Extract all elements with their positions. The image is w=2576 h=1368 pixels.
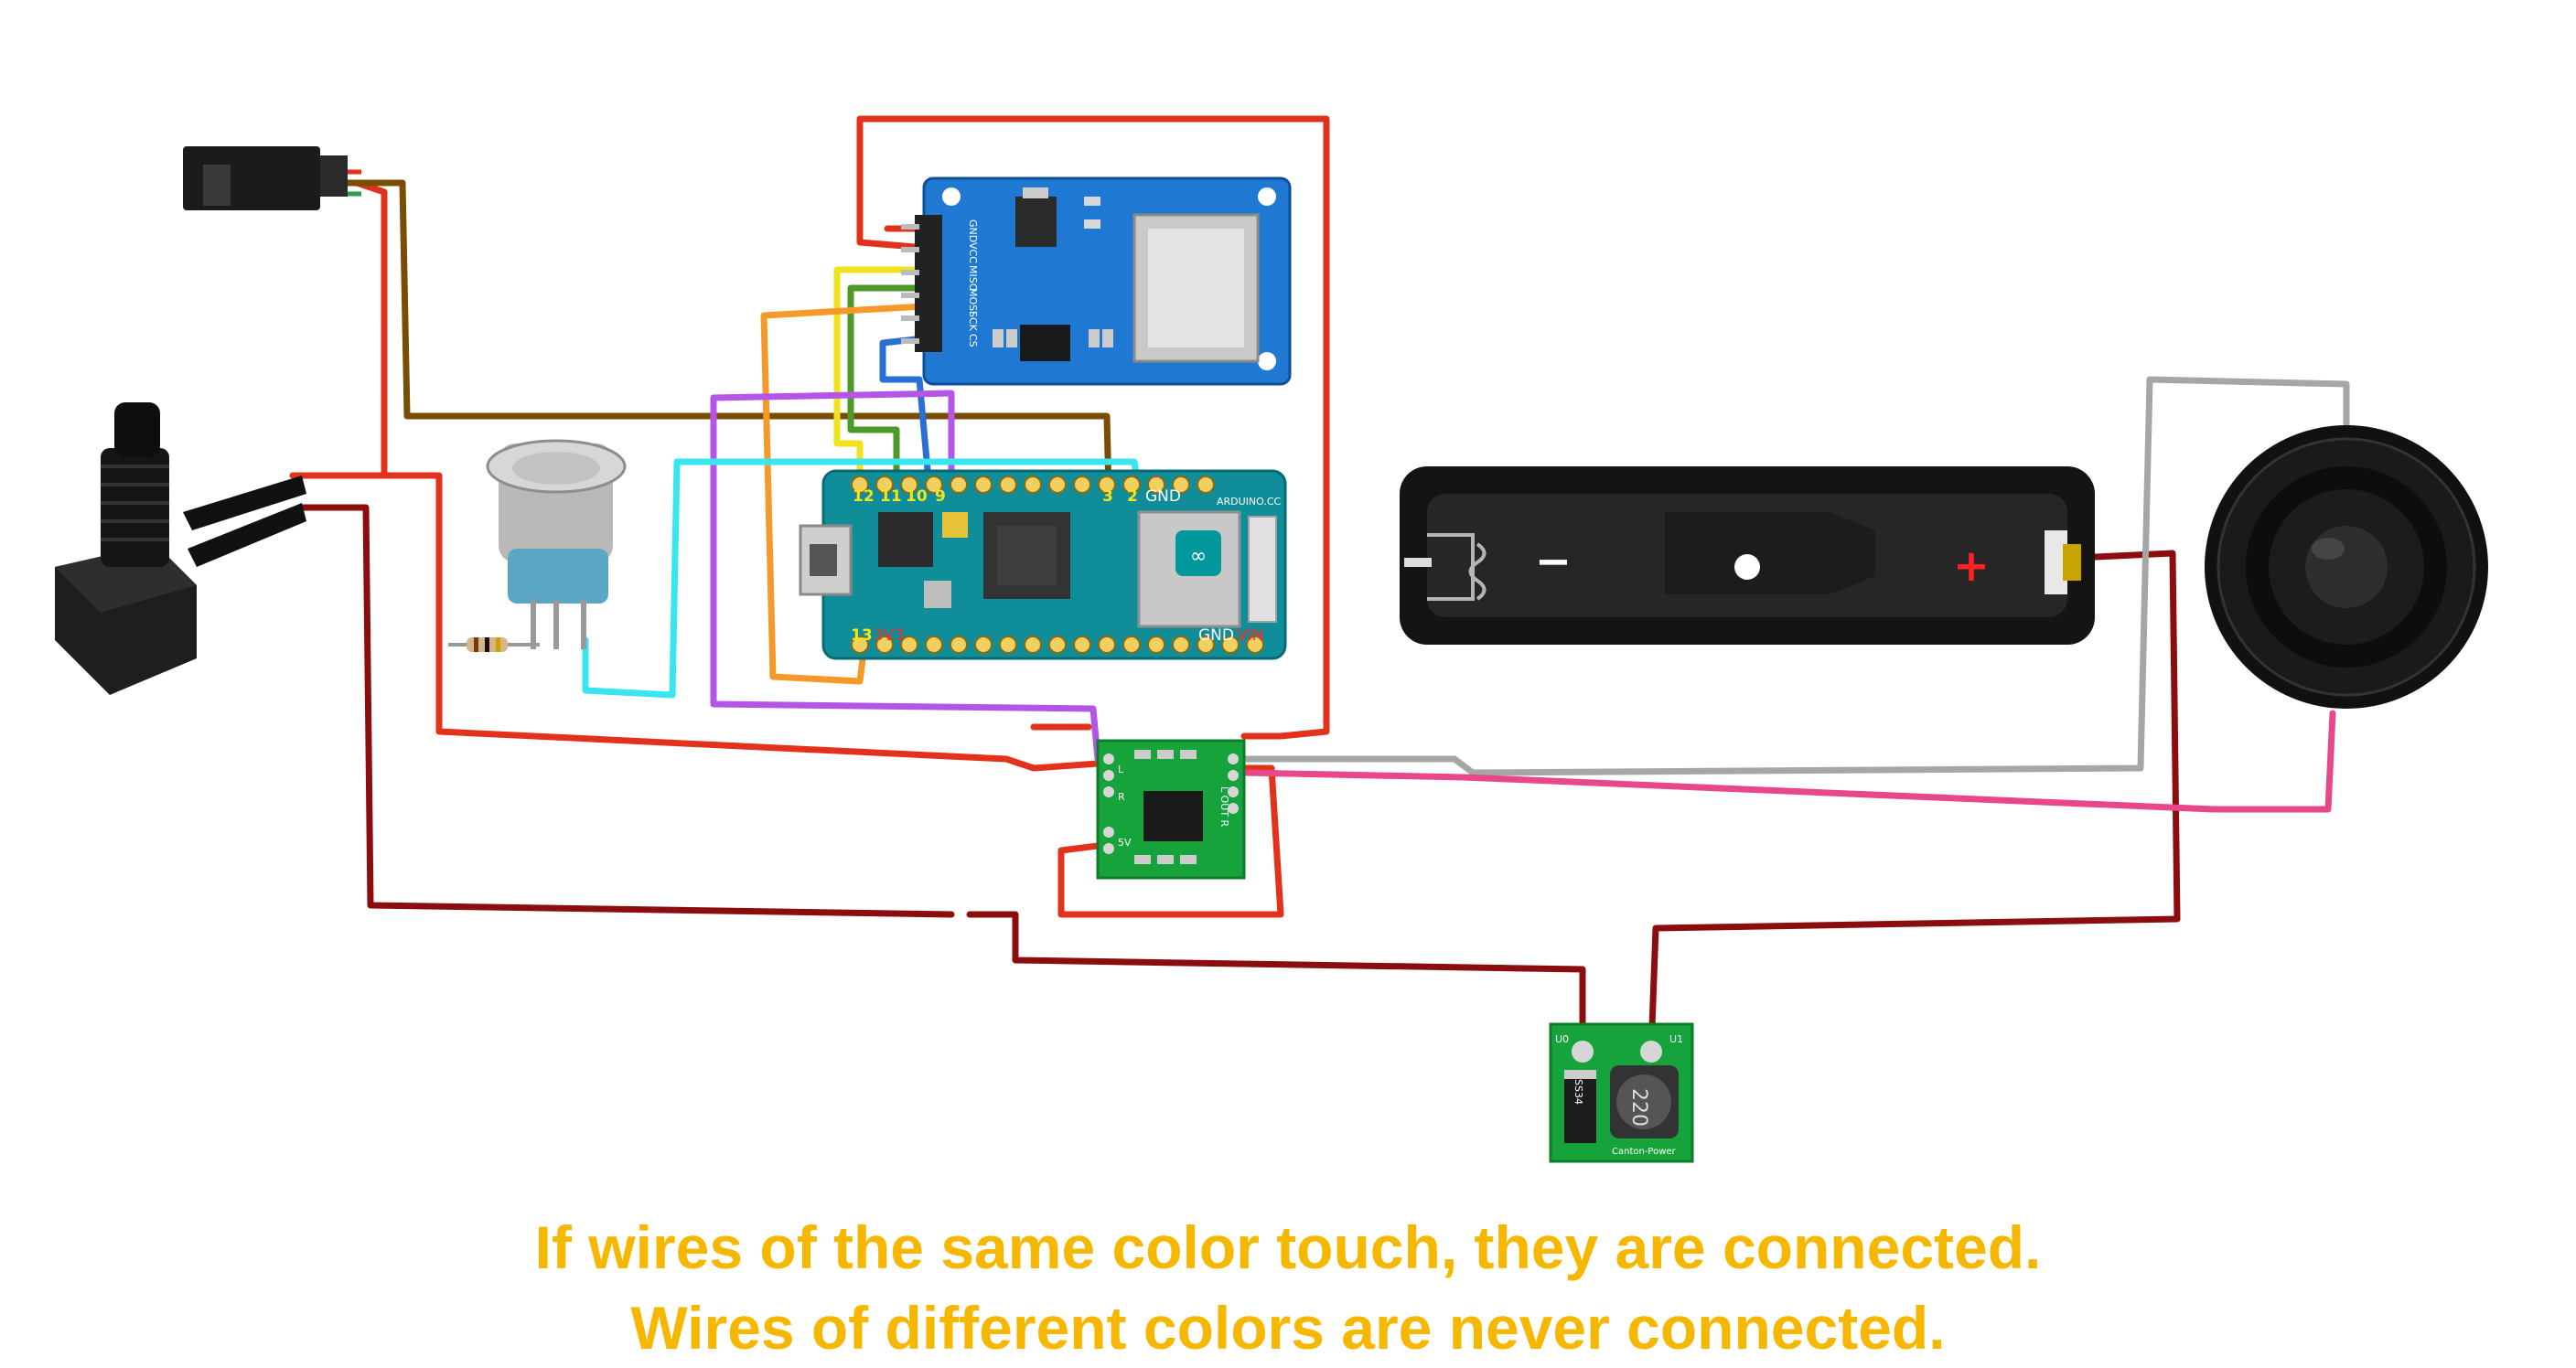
arduino-pin-11: 11 (880, 487, 902, 506)
boost-inductor-label: 220 (1627, 1088, 1650, 1127)
amp-label-out: L OUT R (1218, 786, 1230, 828)
audio-amplifier-module: L R 5V L OUT R (1096, 739, 1246, 880)
diagram-canvas: GND VCC MISO MOSI SCK CS ∞ ARDUINO.CC 12… (55, 115, 2488, 1163)
wire-dark-red (966, 911, 1586, 1055)
wiring-diagram: GND VCC MISO MOSI SCK CS ∞ ARDUINO.CC 12… (0, 0, 2576, 1362)
boost-diode-label: SS34 (1572, 1079, 1584, 1105)
metal-push-button (486, 439, 627, 649)
resistor (448, 637, 540, 652)
arduino-pin-12: 12 (853, 487, 875, 506)
caption-line-1: If wires of the same color touch, they a… (534, 1213, 2042, 1281)
arduino-pin-10: 10 (906, 487, 928, 506)
jst-connector (183, 146, 361, 210)
arduino-pin-vin: VIN (1237, 626, 1263, 645)
arduino-pin-3: 3 (1102, 487, 1113, 506)
amp-label-5v: 5V (1118, 837, 1132, 849)
caption-line-2: Wires of different colors are never conn… (630, 1294, 1946, 1362)
arduino-pin-13: 13 (851, 626, 873, 645)
arduino-nano-board: ∞ ARDUINO.CC 12 11 10 9 3 2 GND 13 3V3 G… (799, 469, 1287, 660)
sd-pin-vcc: VCC (967, 242, 979, 263)
battery-minus: − (1535, 536, 1572, 587)
boost-label-u1: U1 (1669, 1033, 1683, 1045)
speaker (2205, 425, 2488, 709)
arduino-pin-gnd-top: GND (1145, 487, 1181, 506)
amp-label-l: L (1118, 764, 1124, 775)
wire-red (353, 179, 388, 479)
sd-card-module: GND VCC MISO MOSI SCK CS (901, 176, 1292, 386)
battery-plus: + (1953, 540, 1990, 592)
sd-pin-gnd: GND (967, 219, 979, 242)
boost-label-u0: U0 (1555, 1033, 1569, 1045)
arduino-pin-9: 9 (935, 487, 946, 506)
amp-label-r: R (1118, 791, 1125, 803)
boost-converter-module: 220 SS34 U0 U1 Canton-Power (1549, 1022, 1694, 1163)
push-button-switch (55, 402, 306, 695)
battery-holder: − + (1400, 466, 2095, 645)
sd-pin-sck: SCK (967, 311, 979, 332)
boost-brand: Canton-Power (1612, 1147, 1677, 1157)
arduino-pin-gnd-bottom: GND (1198, 626, 1234, 645)
arduino-brand: ARDUINO.CC (1217, 496, 1282, 508)
arduino-pin-2: 2 (1127, 487, 1138, 506)
infinity-logo-icon: ∞ (1190, 545, 1207, 568)
wire-red (1240, 655, 1330, 740)
sd-pin-cs: CS (967, 334, 979, 347)
arduino-pin-3v3: 3V3 (874, 626, 904, 645)
